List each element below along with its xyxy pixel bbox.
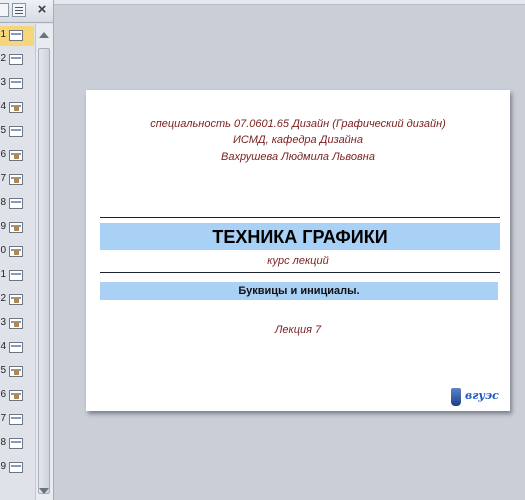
slide-thumbnail[interactable]: 2	[0, 290, 34, 310]
slide-number: 8	[0, 197, 6, 208]
slide-number: 8	[0, 437, 6, 448]
slide-number: 2	[0, 293, 6, 304]
slide-thumbnail[interactable]: 9	[0, 458, 34, 478]
slide-number: 2	[0, 53, 6, 64]
slide-number: 1	[0, 29, 6, 40]
specialty-text: специальность 07.0601.65 Дизайн (Графиче…	[150, 118, 446, 130]
slide-thumbnail[interactable]: 7	[0, 410, 34, 430]
lecture-number: Лекция 7	[274, 324, 322, 336]
slide-thumbnail[interactable]: 8	[0, 434, 34, 454]
slide-preview	[9, 318, 23, 329]
slide-thumbnail[interactable]: 3	[0, 314, 34, 334]
slide-subtitle: курс лекций	[267, 255, 329, 267]
close-panel-button[interactable]: ×	[34, 1, 50, 19]
slide-preview	[9, 102, 23, 113]
slide-preview	[9, 390, 23, 401]
panel-header: ×	[0, 0, 53, 23]
slides-tab[interactable]	[0, 3, 9, 17]
slide-preview	[9, 294, 23, 305]
slide-thumbnail[interactable]: 4	[0, 98, 34, 118]
slide-number: 7	[0, 173, 6, 184]
slide-number: 4	[0, 101, 6, 112]
slide-canvas[interactable]: специальность 07.0601.65 Дизайн (Графиче…	[86, 90, 510, 411]
slide-thumbnail[interactable]: 0	[0, 242, 34, 262]
slide-number: 4	[0, 341, 6, 352]
slide-preview	[9, 414, 23, 425]
university-logo-text: вгуэс	[465, 389, 499, 402]
slide-title: ТЕХНИКА ГРАФИКИ	[212, 227, 388, 247]
slide-thumbnail[interactable]: 8	[0, 194, 34, 214]
slide-number: 5	[0, 125, 6, 136]
slide-thumbnail[interactable]: 1	[0, 26, 34, 46]
slide-preview	[9, 198, 23, 209]
slide-preview	[9, 150, 23, 161]
slide-number: 0	[0, 245, 6, 256]
slide-number: 3	[0, 77, 6, 88]
slide-thumbnail[interactable]: 5	[0, 362, 34, 382]
slide-thumbnail[interactable]: 9	[0, 218, 34, 238]
author-text: Вахрушева Людмила Львовна	[221, 151, 375, 163]
scroll-thumb[interactable]	[38, 48, 50, 494]
slides-panel: × 1 2 3 4 5 6 7 8 9 0 1 2 3 4 5 6 7 8 9	[0, 0, 54, 500]
slide-preview	[9, 54, 23, 65]
slide-number: 9	[0, 221, 6, 232]
slide-number: 6	[0, 389, 6, 400]
outline-tab[interactable]	[12, 3, 26, 17]
slide-preview	[9, 366, 23, 377]
scroll-up-icon[interactable]	[39, 32, 49, 38]
slide-thumbnail[interactable]: 1	[0, 266, 34, 286]
university-logo-icon	[451, 388, 461, 406]
department-text: ИСМД, кафедра Дизайна	[233, 134, 363, 146]
slide-thumbnail[interactable]: 3	[0, 74, 34, 94]
slide-preview	[9, 342, 23, 353]
topic-text: Буквицы и инициалы.	[238, 285, 360, 297]
scroll-down-icon[interactable]	[39, 488, 49, 494]
divider-line-bottom	[100, 272, 500, 273]
ruler-strip	[54, 0, 525, 5]
divider-line-top	[100, 217, 500, 218]
panel-scrollbar[interactable]	[35, 24, 53, 500]
slide-preview	[9, 246, 23, 257]
slide-number: 7	[0, 413, 6, 424]
slide-thumbnail[interactable]: 6	[0, 146, 34, 166]
slide-preview	[9, 126, 23, 137]
slide-preview	[9, 78, 23, 89]
slide-thumbnail[interactable]: 4	[0, 338, 34, 358]
slide-thumbnail[interactable]: 7	[0, 170, 34, 190]
slide-preview	[9, 270, 23, 281]
slide-number: 6	[0, 149, 6, 160]
slide-preview	[9, 222, 23, 233]
slide-number: 5	[0, 365, 6, 376]
slide-preview	[9, 174, 23, 185]
slide-number: 1	[0, 269, 6, 280]
slide-number: 3	[0, 317, 6, 328]
slide-thumbnail[interactable]: 5	[0, 122, 34, 142]
slide-thumbnail[interactable]: 2	[0, 50, 34, 70]
slide-number: 9	[0, 461, 6, 472]
slide-preview	[9, 30, 23, 41]
slide-preview	[9, 462, 23, 473]
slide-preview	[9, 438, 23, 449]
slide-thumbnail[interactable]: 6	[0, 386, 34, 406]
